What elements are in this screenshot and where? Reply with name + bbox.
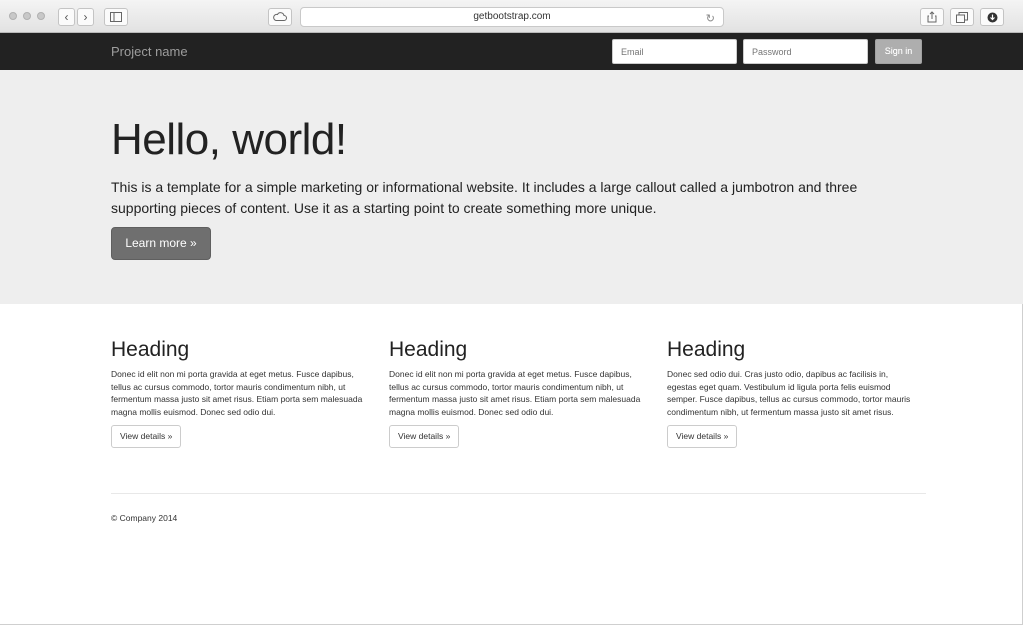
jumbotron-text: This is a template for a simple marketin… bbox=[111, 179, 858, 216]
address-bar[interactable]: getbootstrap.com ↻ bbox=[300, 7, 724, 27]
column-heading: Heading bbox=[389, 338, 468, 361]
email-field[interactable] bbox=[612, 39, 737, 64]
show-tabs-button[interactable] bbox=[950, 8, 974, 26]
browser-window: ‹ › getbootstrap.com ↻ Project name Emai… bbox=[0, 0, 1023, 625]
content-column-3: Heading Donec sed odio dui. Cras justo o… bbox=[667, 338, 919, 448]
browser-toolbar: ‹ › getbootstrap.com ↻ bbox=[0, 0, 1023, 33]
learn-more-button[interactable]: Learn more » bbox=[111, 227, 211, 260]
close-window-button[interactable] bbox=[9, 12, 17, 20]
top-navbar: Project name Sign in bbox=[0, 33, 1023, 70]
downloads-button[interactable] bbox=[980, 8, 1004, 26]
minimize-window-button[interactable] bbox=[23, 12, 31, 20]
navbar-brand[interactable]: Project name bbox=[111, 44, 188, 59]
sign-in-button[interactable]: Sign in bbox=[875, 39, 922, 64]
back-button[interactable]: ‹ bbox=[58, 8, 75, 26]
view-details-button[interactable]: View details » bbox=[111, 425, 182, 448]
url-text: getbootstrap.com bbox=[473, 11, 551, 22]
download-icon bbox=[987, 12, 997, 23]
column-heading: Heading bbox=[667, 338, 746, 361]
column-text: Donec id elit non mi porta gravida at eg… bbox=[389, 369, 641, 417]
password-field[interactable] bbox=[743, 39, 868, 64]
forward-button[interactable]: › bbox=[77, 8, 94, 26]
jumbotron: Hello, world! This is a template for a s… bbox=[0, 70, 1023, 304]
view-details-button[interactable]: View details » bbox=[667, 425, 738, 448]
column-text: Donec id elit non mi porta gravida at eg… bbox=[111, 369, 363, 417]
column-text: Donec sed odio dui. Cras justo odio, dap… bbox=[667, 369, 911, 417]
zoom-window-button[interactable] bbox=[37, 12, 45, 20]
sidebar-icon bbox=[110, 12, 122, 22]
jumbotron-title: Hello, world! bbox=[111, 115, 347, 164]
content-column-1: Heading Donec id elit non mi porta gravi… bbox=[111, 338, 363, 448]
cloud-icon bbox=[273, 12, 287, 21]
content-column-2: Heading Donec id elit non mi porta gravi… bbox=[389, 338, 641, 448]
footer-copyright: © Company 2014 bbox=[111, 513, 178, 523]
footer-divider bbox=[111, 493, 926, 494]
reload-icon[interactable]: ↻ bbox=[706, 10, 715, 28]
view-details-button[interactable]: View details » bbox=[389, 425, 460, 448]
share-icon bbox=[927, 11, 937, 23]
sidebar-button[interactable] bbox=[104, 8, 128, 26]
tabs-icon bbox=[956, 12, 968, 23]
share-button[interactable] bbox=[920, 8, 944, 26]
icloud-tabs-button[interactable] bbox=[268, 8, 292, 26]
column-heading: Heading bbox=[111, 338, 190, 361]
